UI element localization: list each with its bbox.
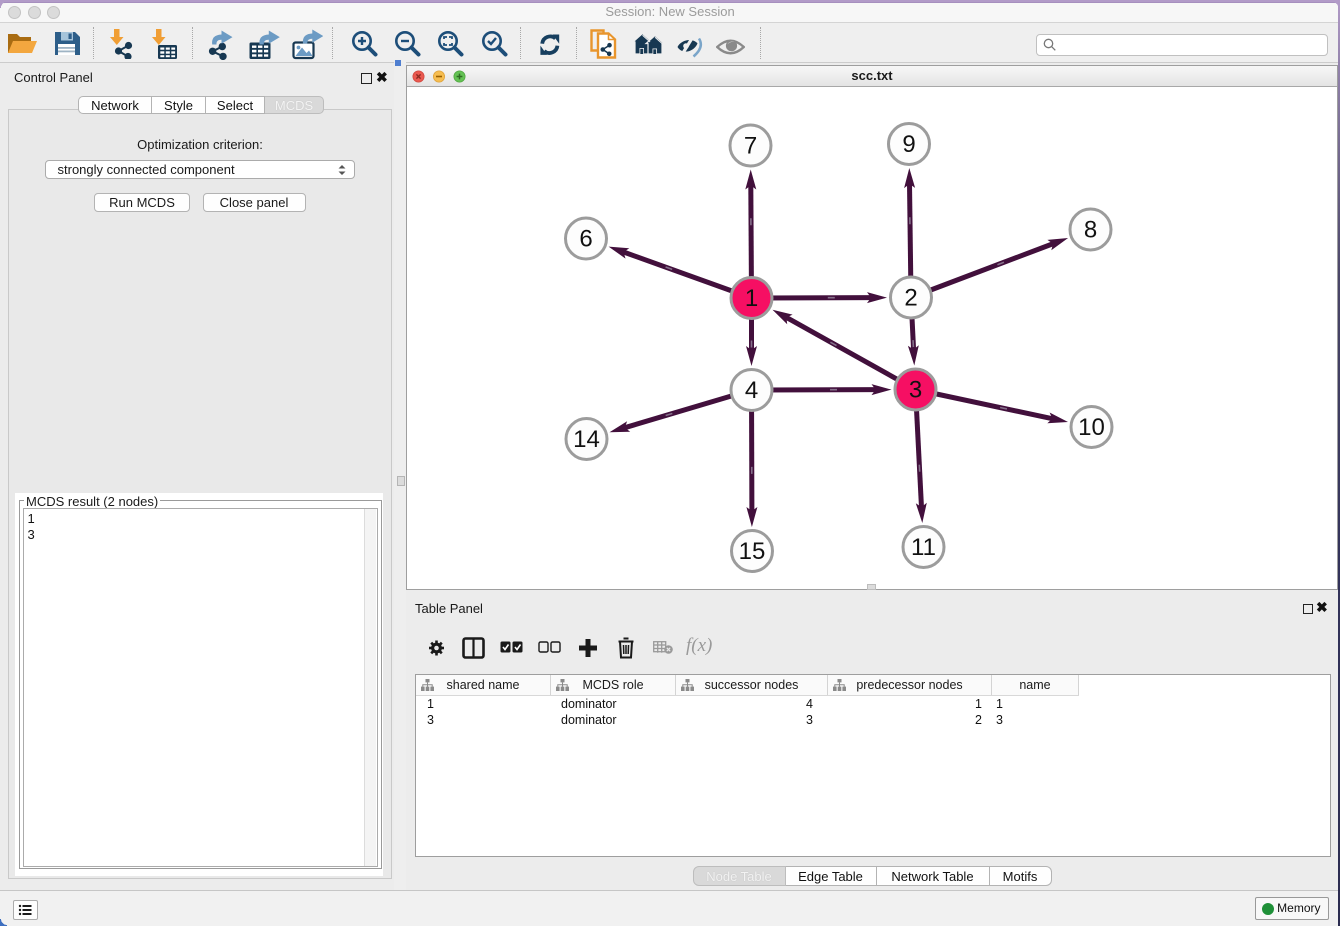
svg-text:1: 1 <box>744 285 757 312</box>
svg-text:3: 3 <box>908 377 921 404</box>
svg-text:14: 14 <box>573 426 600 453</box>
svg-text:11: 11 <box>911 534 936 561</box>
svg-text:9: 9 <box>902 131 915 158</box>
svg-text:6: 6 <box>579 226 592 253</box>
svg-text:15: 15 <box>738 538 765 565</box>
svg-text:4: 4 <box>744 377 757 404</box>
svg-text:2: 2 <box>904 285 917 312</box>
svg-text:8: 8 <box>1083 217 1096 244</box>
svg-text:7: 7 <box>743 133 756 160</box>
svg-text:10: 10 <box>1078 414 1105 441</box>
